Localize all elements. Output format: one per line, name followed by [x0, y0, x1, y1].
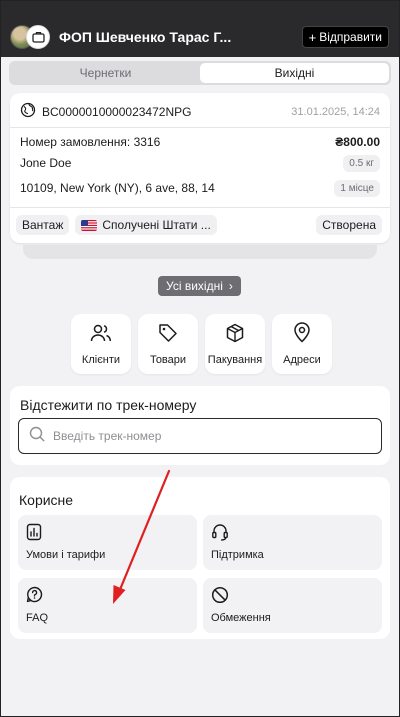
help-circle-icon: [26, 586, 43, 608]
app-screen: ФОП Шевченко Тарас Г... + Відправити Чер…: [0, 0, 400, 717]
quick-action-products[interactable]: Товари: [138, 314, 198, 374]
quick-action-clients[interactable]: Клієнти: [71, 314, 131, 374]
send-button-label: Відправити: [319, 30, 382, 44]
users-icon: [90, 323, 112, 348]
tracking-section: Відстежити по трек-номеру Введіть трек-н…: [10, 386, 390, 465]
destination-country-tag: Сполучені Штати ...: [75, 215, 217, 235]
tag-icon: [158, 323, 178, 348]
quick-action-addresses[interactable]: Адреси: [272, 314, 332, 374]
useful-section: Корисне Умови і тарифи Підтримка FAQ Обм…: [10, 477, 390, 639]
weight-badge: 0.5 кг: [343, 154, 380, 172]
tracking-input-placeholder: Введіть трек-номер: [53, 429, 162, 443]
quick-action-label: Товари: [149, 353, 187, 366]
tile-faq[interactable]: FAQ: [18, 578, 197, 633]
all-outgoing-label: Усі вихідні: [166, 279, 223, 293]
tile-support[interactable]: Підтримка: [203, 515, 382, 570]
places-badge: 1 місце: [334, 179, 380, 197]
quick-action-label: Пакування: [207, 353, 263, 366]
ban-icon: [211, 586, 229, 609]
organization-name[interactable]: ФОП Шевченко Тарас Г...: [59, 29, 231, 45]
plus-icon: +: [308, 29, 317, 45]
all-outgoing-button[interactable]: Усі вихідні ›: [158, 276, 241, 296]
map-pin-icon: [293, 322, 311, 348]
useful-title: Корисне: [19, 492, 74, 508]
order-number: Номер замовлення: 3316: [20, 135, 161, 149]
tracking-number-input[interactable]: Введіть трек-номер: [18, 418, 382, 454]
quick-action-label: Клієнти: [81, 353, 121, 366]
quick-action-packaging[interactable]: Пакування: [205, 314, 265, 374]
tile-label: Підтримка: [211, 549, 264, 561]
box-icon: [225, 323, 245, 348]
shipment-type-tag: Вантаж: [16, 215, 70, 235]
tile-restrictions[interactable]: Обмеження: [203, 578, 382, 633]
recipient-address: 10109, New York (NY), 6 ave, 88, 14: [20, 181, 215, 195]
divider: [10, 207, 390, 208]
chart-doc-icon: [26, 523, 42, 546]
recipient-name: Jone Doe: [20, 156, 72, 170]
tile-label: Обмеження: [211, 612, 271, 624]
shipment-card[interactable]: BC0000010000023472NPG 31.01.2025, 14:24 …: [10, 93, 390, 243]
status-badge: Створена: [316, 215, 382, 235]
briefcase-icon: [26, 25, 50, 49]
order-amount: ₴800.00: [335, 135, 380, 149]
account-switcher[interactable]: [10, 25, 50, 49]
shipment-datetime: 31.01.2025, 14:24: [291, 106, 380, 118]
shipment-globe-icon: [20, 102, 36, 123]
tile-terms-and-tariffs[interactable]: Умови і тарифи: [18, 515, 197, 570]
tab-drafts[interactable]: Чернетки: [11, 63, 200, 83]
quick-action-label: Адреси: [283, 354, 321, 366]
divider: [10, 127, 390, 128]
search-icon: [29, 426, 45, 447]
tile-label: FAQ: [26, 612, 49, 624]
top-bar: ФОП Шевченко Тарас Г... + Відправити: [1, 1, 399, 57]
shipment-tabs: Чернетки Вихідні: [9, 61, 391, 85]
country-label: Сполучені Штати ...: [102, 218, 211, 232]
stacked-card-edge: [23, 245, 377, 259]
tracking-number: BC0000010000023472NPG: [42, 105, 192, 119]
us-flag-icon: [81, 219, 98, 231]
tab-outgoing[interactable]: Вихідні: [200, 63, 389, 83]
chevron-right-icon: ›: [228, 279, 233, 293]
send-button[interactable]: + Відправити: [301, 26, 389, 48]
tracking-title: Відстежити по трек-номеру: [20, 397, 197, 413]
headset-icon: [211, 523, 229, 546]
tile-label: Умови і тарифи: [26, 549, 106, 561]
